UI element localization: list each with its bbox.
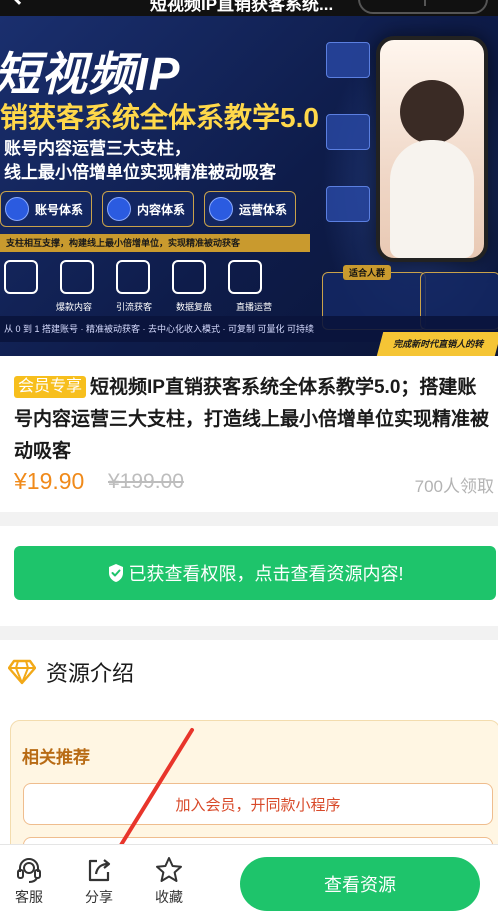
banner-tagline-1: 账号内容运营三大支柱， [4, 139, 191, 158]
video-icon [228, 260, 262, 294]
banner-tagline-2: 线上最小倍增单位实现精准被动吸客 [4, 163, 276, 182]
share-icon [88, 859, 111, 882]
top-nav-bar: 短视频IP直销获客系统... [0, 0, 498, 16]
product-banner-image: 短视频IP 销获客系统全体系教学5.0 账号内容运营三大支柱， 线上最小倍增单位… [0, 16, 498, 356]
access-button-label: 已获查看权限，点击查看资源内容! [128, 564, 404, 584]
product-price: ¥19.90 [14, 468, 85, 494]
original-price: ¥199.00 [108, 470, 184, 493]
product-title-block: 会员专享 短视频IP直销获客系统全体系教学5.0；搭建账号内容运营三大支柱，打造线… [14, 372, 490, 468]
pillar-operation: 运营体系 [204, 191, 297, 227]
presenter-head [400, 80, 464, 144]
stats-panel [326, 42, 370, 78]
banner-badge: 完成新时代直销人的转 [376, 332, 498, 356]
feature-icon [4, 260, 38, 294]
pillar-icon [107, 197, 132, 221]
vip-tag: 会员专享 [14, 376, 87, 398]
banner-title: 短视频IP [0, 48, 181, 100]
view-resource-button[interactable]: 查看资源 [240, 857, 480, 911]
mini-program-capsule[interactable] [358, 0, 488, 14]
customer-service-button[interactable]: 客服 [4, 855, 54, 911]
banner-strip: 支柱相互支撑，构建线上最小倍增单位，实现精准被动获客 [0, 234, 310, 252]
pillar-account: 账号体系 [0, 191, 93, 227]
star-icon [156, 857, 182, 882]
stats-panel [326, 186, 370, 222]
banner-subtitle: 销获客系统全体系教学5.0 [0, 102, 319, 133]
view-resource-content-button[interactable]: 已获查看权限，点击查看资源内容! [14, 546, 496, 600]
claim-count: 700人领取 [414, 477, 494, 496]
banner-pillars: 账号体系 内容体系 运营体系 [0, 191, 297, 227]
section-heading: 资源介绍 [8, 656, 134, 688]
related-label: 相关推荐 [22, 748, 90, 767]
presenter-body [390, 140, 474, 258]
banner-phone-mockup [376, 36, 488, 262]
resource-intro-heading: 资源介绍 [46, 661, 135, 686]
diamond-icon [8, 659, 36, 685]
favorite-button[interactable]: 收藏 [144, 855, 194, 911]
stats-panel [326, 114, 370, 150]
pillar-content: 内容体系 [102, 191, 195, 227]
banner-feature-labels: 爆款内容 引流获客 数据复盘 直播运营 [56, 302, 273, 312]
chart-icon [172, 260, 206, 294]
back-arrow-icon[interactable] [9, 0, 29, 5]
pillar-icon [5, 197, 29, 221]
page-title: 短视频IP直销获客系统... [150, 0, 334, 14]
bottom-action-bar: 客服 分享 收藏 查看资源 [0, 844, 498, 916]
join-member-link[interactable]: 加入会员，开同款小程序 [23, 783, 493, 825]
camera-icon [116, 260, 150, 294]
pillar-icon [209, 197, 234, 221]
shield-check-icon [108, 564, 123, 582]
banner-feature-icons [0, 260, 262, 294]
product-info: 会员专享 短视频IP直销获客系统全体系教学5.0；搭建账号内容运营三大支柱，打造线… [0, 356, 498, 512]
document-icon [60, 260, 94, 294]
share-button[interactable]: 分享 [74, 855, 124, 911]
headset-icon [17, 858, 41, 883]
access-section: 已获查看权限，点击查看资源内容! [0, 526, 498, 626]
